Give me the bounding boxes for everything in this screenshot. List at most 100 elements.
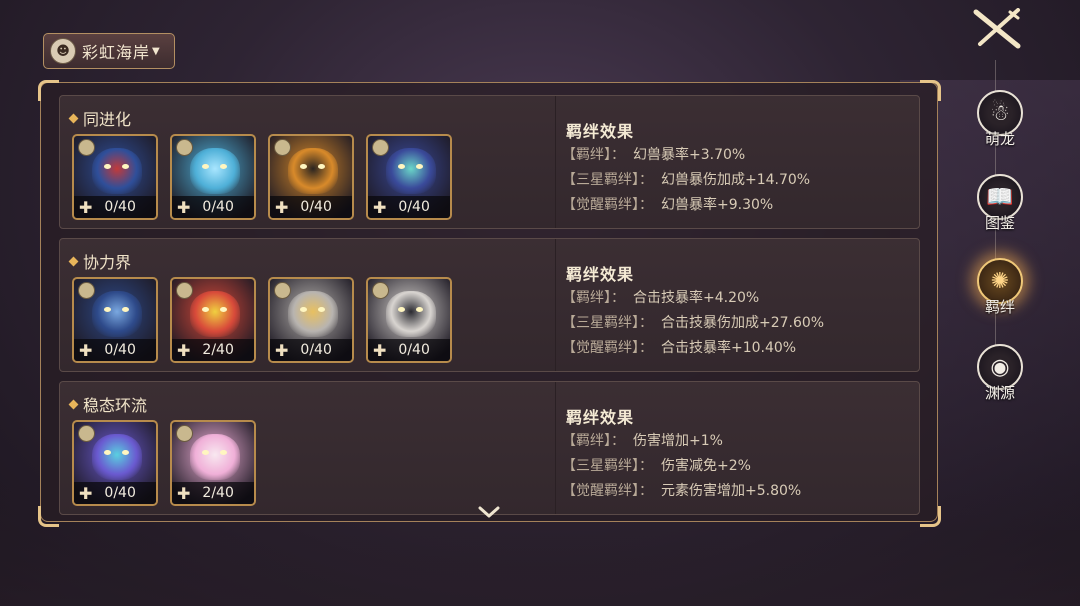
pet-card[interactable]: ✚ 0/40 bbox=[366, 134, 452, 220]
pet-eye bbox=[318, 307, 325, 312]
element-badge-icon bbox=[78, 425, 95, 442]
pet-portrait bbox=[92, 434, 142, 480]
pet-card[interactable]: ✚ 2/40 bbox=[170, 277, 256, 363]
panel-corner-ornament bbox=[38, 80, 59, 101]
bond-effect-label: 【羁绊】： bbox=[562, 433, 625, 449]
bond-effect-line: 【觉醒羁绊】： 幻兽暴率+9.30% bbox=[562, 194, 773, 214]
pet-card[interactable]: ✚ 0/40 bbox=[72, 420, 158, 506]
pet-eye bbox=[300, 164, 307, 169]
pet-eye bbox=[122, 164, 129, 169]
bond-effects-title: 羁绊效果 bbox=[566, 408, 635, 427]
diamond-bullet-icon bbox=[68, 256, 79, 266]
panel-corner-ornament bbox=[920, 80, 941, 101]
pet-eye bbox=[300, 307, 307, 312]
world-avatar-icon: ☻ bbox=[50, 38, 76, 64]
pet-fragment-bar: ✚ 0/40 bbox=[270, 196, 352, 218]
puzzle-piece-icon: ✚ bbox=[79, 483, 93, 503]
bond-effect-value: 幻兽暴率+9.30% bbox=[661, 197, 774, 213]
pet-portrait bbox=[92, 291, 142, 337]
pet-eye bbox=[104, 164, 111, 169]
pet-fragment-bar: ✚ 0/40 bbox=[368, 339, 450, 361]
pet-eye bbox=[318, 164, 325, 169]
pet-eye bbox=[220, 450, 227, 455]
pet-fragment-count: 2/40 bbox=[202, 485, 234, 501]
side-nav-item[interactable]: ◉ 渊源 bbox=[965, 344, 1035, 424]
bond-group-title: 同进化 bbox=[68, 106, 131, 130]
bond-effect-value: 伤害减免+2% bbox=[661, 458, 751, 474]
bond-effects: 羁绊效果【羁绊】： 合击技暴率+4.20% 【三星羁绊】： 合击技暴伤加成+27.60… bbox=[555, 239, 915, 371]
pet-eye bbox=[416, 164, 423, 169]
element-badge-icon bbox=[274, 139, 291, 156]
bond-group-card: 稳态环流 ✚ 0/40 ✚ 2/40 羁绊效果 【羁绊】： 伤害增加+1% 【三星羁绊】： 伤害减… bbox=[59, 381, 920, 515]
element-badge-icon bbox=[78, 282, 95, 299]
pet-fragment-count: 0/40 bbox=[104, 342, 136, 358]
bond-effect-label: 【觉醒羁绊】： bbox=[562, 197, 653, 213]
close-icon[interactable] bbox=[972, 8, 1024, 50]
element-badge-icon bbox=[176, 425, 193, 442]
pet-eye bbox=[104, 307, 111, 312]
bond-group-title-text: 协力界 bbox=[83, 253, 132, 272]
bond-effect-value: 合击技暴伤加成+27.60% bbox=[661, 315, 825, 331]
pet-eye bbox=[202, 164, 209, 169]
pet-fragment-count: 0/40 bbox=[398, 199, 430, 215]
bond-effects: 羁绊效果【羁绊】： 幻兽暴率+3.70% 【三星羁绊】： 幻兽暴伤加成+14.70% 【… bbox=[555, 96, 915, 228]
pet-eye bbox=[122, 450, 129, 455]
pet-fragment-count: 0/40 bbox=[300, 342, 332, 358]
bond-effect-label: 【三星羁绊】： bbox=[562, 315, 653, 331]
bond-effects-title: 羁绊效果 bbox=[566, 122, 635, 141]
side-nav-label: 渊源 bbox=[984, 384, 1015, 402]
bond-effect-label: 【觉醒羁绊】： bbox=[562, 340, 653, 356]
bond-effect-line: 【羁绊】： 伤害增加+1% bbox=[562, 430, 723, 450]
pet-portrait bbox=[288, 148, 338, 194]
bond-effects-title: 羁绊效果 bbox=[566, 265, 635, 284]
puzzle-piece-icon: ✚ bbox=[177, 483, 191, 503]
element-badge-icon bbox=[274, 282, 291, 299]
side-nav-item[interactable]: 📖 图鉴 bbox=[965, 174, 1035, 254]
pet-fragment-bar: ✚ 2/40 bbox=[172, 339, 254, 361]
bond-effect-value: 幻兽暴伤加成+14.70% bbox=[661, 172, 811, 188]
puzzle-piece-icon: ✚ bbox=[177, 197, 191, 217]
side-nav-label: 萌龙 bbox=[984, 130, 1015, 148]
bond-effect-label: 【羁绊】： bbox=[562, 147, 625, 163]
pet-fragment-bar: ✚ 0/40 bbox=[74, 196, 156, 218]
pet-card[interactable]: ✚ 2/40 bbox=[170, 420, 256, 506]
pet-eye bbox=[398, 164, 405, 169]
pet-portrait bbox=[288, 291, 338, 337]
bond-effect-value: 合击技暴率+4.20% bbox=[633, 290, 760, 306]
pet-card[interactable]: ✚ 0/40 bbox=[72, 134, 158, 220]
puzzle-piece-icon: ✚ bbox=[373, 197, 387, 217]
pet-card[interactable]: ✚ 0/40 bbox=[366, 277, 452, 363]
world-selector-dropdown[interactable]: ☻ 彩虹海岸 ▼ bbox=[43, 33, 175, 69]
bond-effects: 羁绊效果 【羁绊】： 伤害增加+1% 【三星羁绊】： 伤害减免+2% 【觉醒羁绊】： 元素伤… bbox=[555, 382, 915, 514]
puzzle-piece-icon: ✚ bbox=[79, 197, 93, 217]
scroll-down-chevron-icon[interactable] bbox=[477, 503, 501, 521]
pet-card[interactable]: ✚ 0/40 bbox=[268, 277, 354, 363]
bond-group-card: 协力界 ✚ 0/40 ✚ 2/40 ✚ 0/40 ✚ 0/40 羁绊效果 【羁绊】： 合击技暴率+4.… bbox=[59, 238, 920, 372]
side-nav-label: 羁绊 bbox=[984, 298, 1015, 316]
pet-eye bbox=[220, 164, 227, 169]
pet-eye bbox=[202, 450, 209, 455]
side-nav-item[interactable]: ☃ 萌龙 bbox=[965, 90, 1035, 170]
element-badge-icon bbox=[78, 139, 95, 156]
puzzle-piece-icon: ✚ bbox=[373, 340, 387, 360]
pet-fragment-bar: ✚ 2/40 bbox=[172, 482, 254, 504]
pet-card[interactable]: ✚ 0/40 bbox=[170, 134, 256, 220]
puzzle-piece-icon: ✚ bbox=[177, 340, 191, 360]
puzzle-piece-icon: ✚ bbox=[79, 340, 93, 360]
pet-portrait bbox=[92, 148, 142, 194]
element-badge-icon bbox=[372, 139, 389, 156]
pet-card[interactable]: ✚ 0/40 bbox=[268, 134, 354, 220]
bond-effect-value: 幻兽暴率+3.70% bbox=[633, 147, 746, 163]
side-nav-item[interactable]: ✺ 羁绊 bbox=[965, 258, 1035, 338]
element-badge-icon bbox=[176, 139, 193, 156]
bond-effect-label: 【三星羁绊】： bbox=[562, 172, 653, 188]
panel-corner-ornament bbox=[920, 506, 941, 527]
pet-fragment-count: 0/40 bbox=[104, 199, 136, 215]
pet-eye bbox=[104, 450, 111, 455]
pet-card[interactable]: ✚ 0/40 bbox=[72, 277, 158, 363]
bond-panel[interactable]: 同进化 ✚ 0/40 ✚ 0/40 ✚ 0/40 ✚ 0/40 羁绊效果 【羁绊】： 幻兽暴率+3.7… bbox=[40, 82, 938, 522]
bond-effect-label: 【羁绊】： bbox=[562, 290, 625, 306]
bond-effect-value: 合击技暴率+10.40% bbox=[661, 340, 797, 356]
bond-group-title: 稳态环流 bbox=[68, 392, 147, 416]
pet-portrait bbox=[386, 148, 436, 194]
